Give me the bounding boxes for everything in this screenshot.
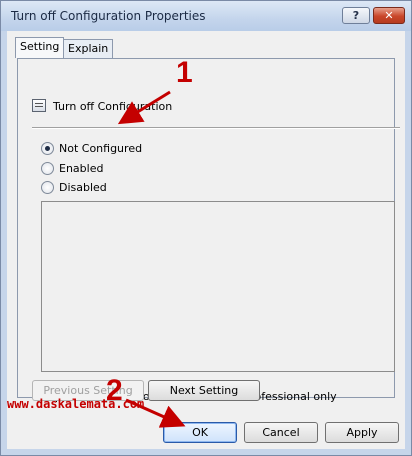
arrow-to-not-configured <box>117 90 171 125</box>
arrow-to-ok-button <box>125 398 186 428</box>
tab-setting[interactable]: Setting <box>15 37 65 58</box>
annotation-arrows <box>117 90 186 428</box>
